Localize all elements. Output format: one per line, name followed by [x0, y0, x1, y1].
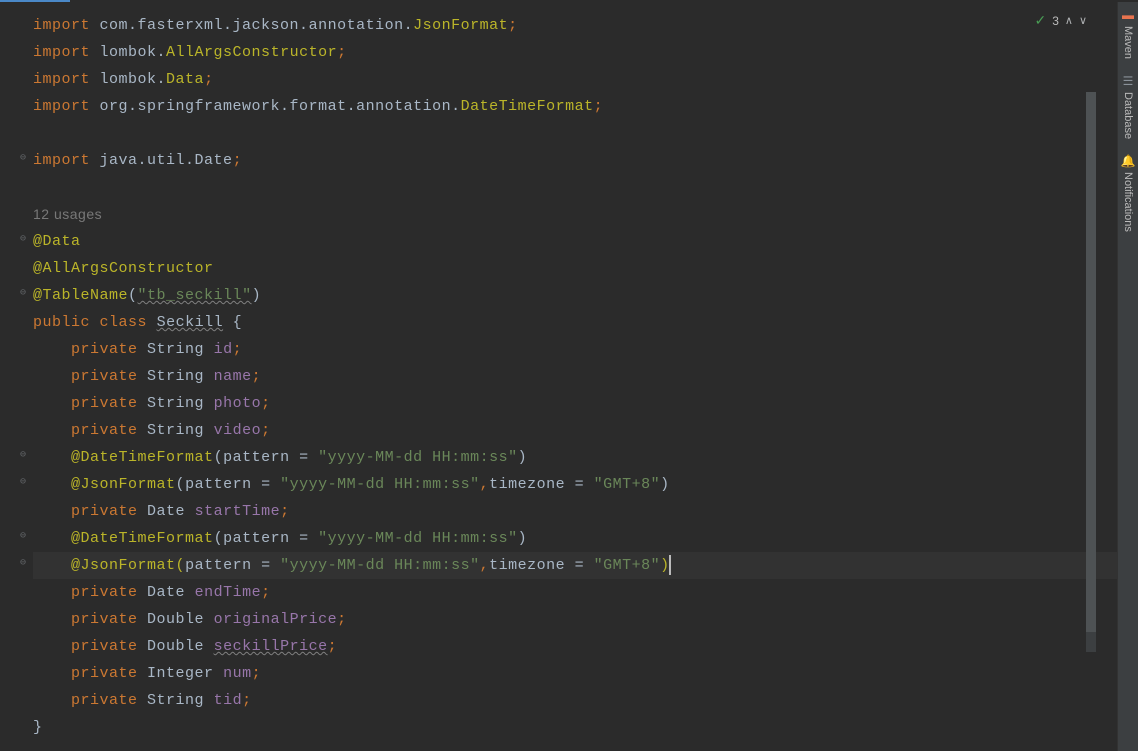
fold-icon[interactable]: ⊖	[20, 476, 26, 488]
chevron-up-icon[interactable]: ∧	[1065, 14, 1073, 27]
code-line[interactable]	[33, 120, 1117, 147]
code-line[interactable]: import com.fasterxml.jackson.annotation.…	[33, 12, 1117, 39]
code-line[interactable]: private String id;	[33, 336, 1117, 363]
sidebar-label: Database	[1122, 92, 1134, 139]
scrollbar-track[interactable]	[1086, 92, 1096, 652]
code-line[interactable]: private String tid;	[33, 687, 1117, 714]
usage-line[interactable]: 12 usages	[33, 201, 1117, 228]
text-caret	[669, 555, 671, 575]
code-line[interactable]: import org.springframework.format.annota…	[33, 93, 1117, 120]
code-line[interactable]: private Double originalPrice;	[33, 606, 1117, 633]
fold-icon[interactable]: ⊖	[20, 449, 26, 461]
editor-gutter[interactable]: ⊖ ⊖ ⊖ ⊖ ⊖ ⊖ ⊖	[0, 2, 33, 751]
code-editor[interactable]: ✓ 3 ∧ ∨ import com.fasterxml.jackson.ann…	[33, 2, 1117, 751]
code-line[interactable]: import java.util.Date;	[33, 147, 1117, 174]
code-line[interactable]: import lombok.Data;	[33, 66, 1117, 93]
problems-indicator[interactable]: ✓ 3 ∧ ∨	[1034, 12, 1087, 29]
code-line[interactable]: @DateTimeFormat(pattern = "yyyy-MM-dd HH…	[33, 444, 1117, 471]
code-line[interactable]: private Date endTime;	[33, 579, 1117, 606]
chevron-down-icon[interactable]: ∨	[1079, 14, 1087, 27]
sidebar-label: Notifications	[1122, 172, 1134, 232]
fold-icon[interactable]: ⊖	[20, 287, 26, 299]
code-line[interactable]: private Double seckillPrice;	[33, 633, 1117, 660]
code-line[interactable]: import lombok.AllArgsConstructor;	[33, 39, 1117, 66]
main-container: ⊖ ⊖ ⊖ ⊖ ⊖ ⊖ ⊖ ✓ 3 ∧ ∨ import com.fasterx…	[0, 2, 1138, 751]
right-toolbar: ▬ Maven ☰ Database 🔔 Notifications	[1117, 2, 1138, 751]
code-line[interactable]: private String name;	[33, 363, 1117, 390]
code-line[interactable]	[33, 174, 1117, 201]
maven-icon: ▬	[1122, 8, 1134, 22]
fold-icon[interactable]: ⊖	[20, 530, 26, 542]
code-line[interactable]: }	[33, 714, 1117, 741]
bell-icon: 🔔	[1121, 154, 1136, 168]
code-line-active[interactable]: @JsonFormat(pattern = "yyyy-MM-dd HH:mm:…	[33, 552, 1117, 579]
sidebar-item-maven[interactable]: ▬ Maven	[1122, 8, 1134, 59]
code-line[interactable]: @AllArgsConstructor	[33, 255, 1117, 282]
scrollbar-thumb[interactable]	[1086, 92, 1096, 632]
code-line[interactable]: public class Seckill {	[33, 309, 1117, 336]
problems-count: 3	[1052, 14, 1059, 28]
code-line[interactable]: @JsonFormat(pattern = "yyyy-MM-dd HH:mm:…	[33, 471, 1117, 498]
fold-icon[interactable]: ⊖	[20, 557, 26, 569]
code-line[interactable]: private String photo;	[33, 390, 1117, 417]
sidebar-item-notifications[interactable]: 🔔 Notifications	[1121, 154, 1136, 232]
sidebar-label: Maven	[1122, 26, 1134, 59]
code-line[interactable]: @Data	[33, 228, 1117, 255]
fold-icon[interactable]: ⊖	[20, 233, 26, 245]
code-line[interactable]: @DateTimeFormat(pattern = "yyyy-MM-dd HH…	[33, 525, 1117, 552]
code-line[interactable]: private Date startTime;	[33, 498, 1117, 525]
database-icon: ☰	[1123, 74, 1134, 88]
check-icon: ✓	[1034, 12, 1046, 29]
code-line[interactable]: private String video;	[33, 417, 1117, 444]
code-line[interactable]: @TableName("tb_seckill")	[33, 282, 1117, 309]
fold-icon[interactable]: ⊖	[20, 152, 26, 164]
sidebar-item-database[interactable]: ☰ Database	[1122, 74, 1134, 139]
code-line[interactable]: private Integer num;	[33, 660, 1117, 687]
